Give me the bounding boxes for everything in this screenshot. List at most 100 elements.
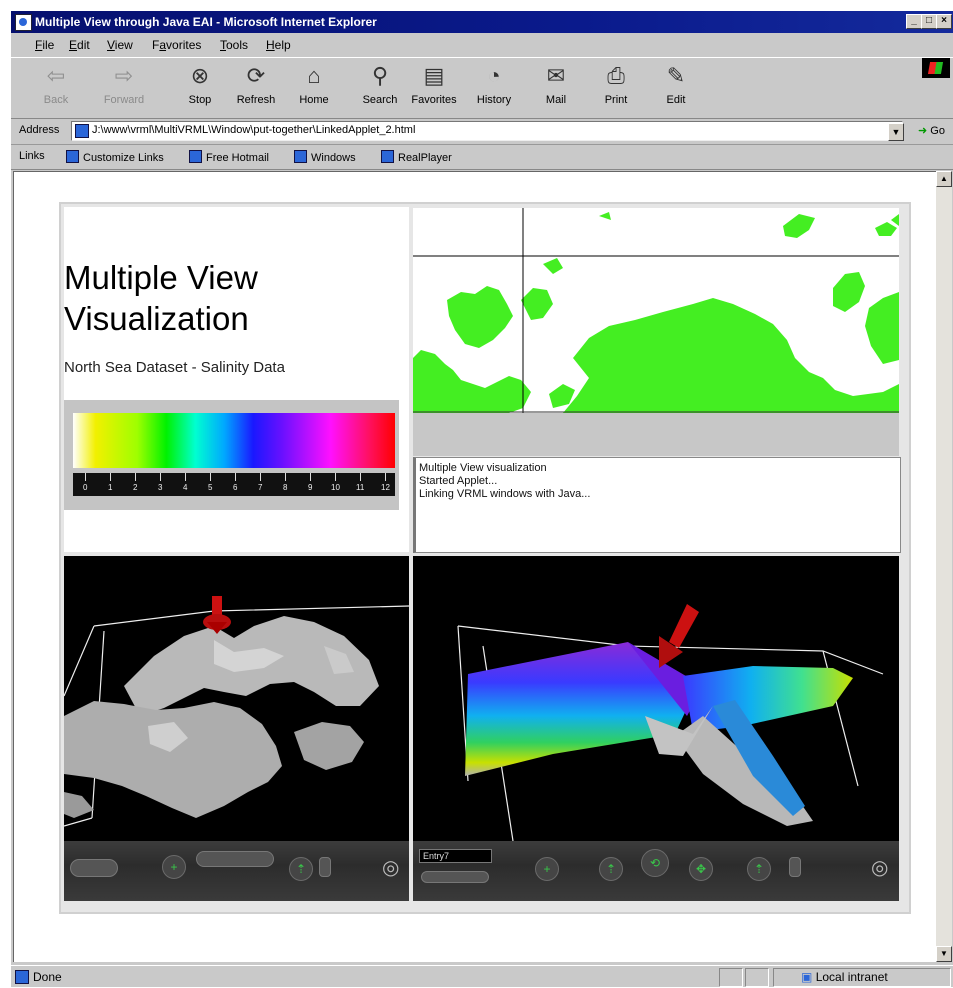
applet-console[interactable]: Multiple View visualization Started Appl…: [413, 457, 901, 553]
stop-icon: ⊗: [190, 63, 210, 88]
links-bar: Links Customize Links Free Hotmail Windo…: [11, 145, 953, 170]
go-arrow-icon: ➜: [918, 125, 928, 137]
menu-help[interactable]: Help: [266, 38, 291, 52]
link-realplayer[interactable]: RealPlayer: [381, 150, 452, 164]
intranet-icon: ▣: [801, 970, 813, 984]
menu-view[interactable]: View: [107, 38, 133, 52]
console-line: Started Applet...: [419, 475, 498, 487]
home-icon: ⌂: [307, 63, 321, 88]
menu-tools[interactable]: Tools: [220, 38, 248, 52]
link-free-hotmail[interactable]: Free Hotmail: [189, 150, 269, 164]
align-button[interactable]: ⇡: [289, 857, 313, 881]
status-text: Done: [33, 970, 62, 984]
back-button[interactable]: ⇦ Back: [31, 62, 81, 114]
back-arrow-icon: ⇦: [46, 63, 66, 88]
north-sea-map: [413, 208, 899, 413]
status-bar: Done ▣ Local intranet: [11, 965, 953, 988]
applet-divider-panel: [413, 413, 899, 456]
dataset-subtitle: North Sea Dataset - Salinity Data: [64, 359, 285, 376]
cosmo-logo-icon: ◎: [382, 857, 400, 879]
forward-arrow-icon: ⇨: [114, 63, 134, 88]
standard-toolbar: ⇦ Back ⇨ Forward ⊗ Stop ⟳ Refresh ⌂ Home ⚲ Sea…: [11, 57, 953, 119]
search-button[interactable]: ⚲ Search: [355, 62, 405, 114]
favorites-button[interactable]: ▤ Favorites: [409, 62, 459, 114]
ie-logo-icon: [15, 14, 32, 31]
cosmo-logo-icon: ◎: [871, 857, 889, 879]
mail-icon: ✉: [546, 63, 566, 88]
scale-tick-label: 5: [208, 483, 213, 492]
menu-bar: File Edit View Favorites Tools Help: [11, 34, 953, 78]
refresh-icon: ⟳: [246, 63, 266, 88]
forward-button[interactable]: ⇨ Forward: [99, 62, 149, 114]
search-icon: ⚲: [371, 63, 389, 88]
maximize-button[interactable]: □: [921, 14, 937, 29]
close-button[interactable]: ×: [936, 14, 952, 29]
menu-favorites[interactable]: Favorites: [152, 38, 201, 52]
layout-table: Multiple View Visualization North Sea Da…: [59, 202, 911, 914]
nav-mode-selector[interactable]: [196, 851, 274, 867]
viewpoint-list-control[interactable]: [421, 871, 489, 883]
console-line: Multiple View visualization: [419, 462, 547, 474]
scroll-up-button[interactable]: ▲: [936, 171, 952, 187]
pan-button[interactable]: ✥: [689, 857, 713, 881]
link-page-icon: [381, 150, 394, 163]
address-input[interactable]: J:\www\vrml\MultiVRML\Window\put-togethe…: [71, 121, 903, 141]
stop-button[interactable]: ⊗ Stop: [175, 62, 225, 114]
status-segment: [719, 968, 743, 987]
scale-tick-label: 12: [381, 483, 390, 492]
scale-tick-label: 10: [331, 483, 340, 492]
link-customize-links[interactable]: Customize Links: [66, 150, 164, 164]
page-status-icon: [15, 970, 29, 984]
walk-button[interactable]: ⇡: [599, 857, 623, 881]
history-button[interactable]: ◔ History: [469, 62, 519, 114]
refresh-button[interactable]: ⟳ Refresh: [231, 62, 281, 114]
scroll-down-button[interactable]: ▼: [936, 946, 952, 962]
link-page-icon: [294, 150, 307, 163]
scale-tick-label: 7: [258, 483, 263, 492]
print-button[interactable]: ⎙ Print: [591, 62, 641, 114]
reset-control[interactable]: [319, 857, 331, 877]
title-cell: Multiple View Visualization North Sea Da…: [64, 207, 409, 552]
browser-window: Multiple View through Java EAI - Microso…: [10, 10, 953, 987]
home-button[interactable]: ⌂ Home: [289, 62, 339, 114]
vrml-nav-dashboard: Entry7 + ⇡ ⟲ ✥ ⇡ ◎: [413, 841, 899, 901]
edit-icon: ✎: [666, 63, 686, 88]
color-spectrum: [73, 413, 395, 468]
security-zone: ▣ Local intranet: [801, 970, 888, 984]
page-content: Multiple View Visualization North Sea Da…: [13, 171, 936, 962]
scale-tick-label: 8: [283, 483, 288, 492]
print-icon: ⎙: [607, 63, 625, 88]
add-viewpoint-button[interactable]: +: [162, 855, 186, 879]
menu-file[interactable]: File: [35, 38, 54, 52]
minimize-button[interactable]: _: [906, 14, 922, 29]
terrain-scene: [64, 556, 409, 841]
align-button[interactable]: ⇡: [747, 857, 771, 881]
status-segment: [745, 968, 769, 987]
go-button[interactable]: ➜ Go: [918, 124, 945, 137]
mail-button[interactable]: ✉ Mail: [531, 62, 581, 114]
rotate-button[interactable]: ⟲: [641, 849, 669, 877]
viewpoint-name-field[interactable]: Entry7: [419, 849, 492, 863]
edit-button[interactable]: ✎ Edit: [651, 62, 701, 114]
favorites-icon: ▤: [423, 63, 445, 88]
address-dropdown-button[interactable]: ▼: [888, 123, 904, 141]
terrain-vrml-viewer[interactable]: + ⇡ ◎: [64, 556, 409, 901]
legend-scale: 0 1 2 3 4 5 6 7 8 9 10 11 12: [73, 473, 395, 496]
page-icon: [75, 124, 89, 138]
menu-edit[interactable]: Edit: [69, 38, 90, 52]
reset-control[interactable]: [789, 857, 801, 877]
address-url: J:\www\vrml\MultiVRML\Window\put-togethe…: [92, 124, 416, 136]
vrml-nav-dashboard: + ⇡ ◎: [64, 841, 409, 901]
map-applet[interactable]: [413, 208, 899, 413]
add-viewpoint-button[interactable]: +: [535, 857, 559, 881]
link-windows[interactable]: Windows: [294, 150, 356, 164]
title-bar: Multiple View through Java EAI - Microso…: [11, 11, 953, 33]
vertical-scrollbar[interactable]: ▲ ▼: [936, 171, 952, 962]
links-label: Links: [19, 150, 45, 162]
color-legend: 0 1 2 3 4 5 6 7 8 9 10 11 12: [64, 400, 399, 510]
salinity-vrml-viewer[interactable]: Entry7 + ⇡ ⟲ ✥ ⇡ ◎: [413, 556, 899, 901]
scale-tick-label: 0: [83, 483, 88, 492]
link-page-icon: [66, 150, 79, 163]
viewpoint-list-control[interactable]: [70, 859, 118, 877]
scale-tick-label: 4: [183, 483, 188, 492]
